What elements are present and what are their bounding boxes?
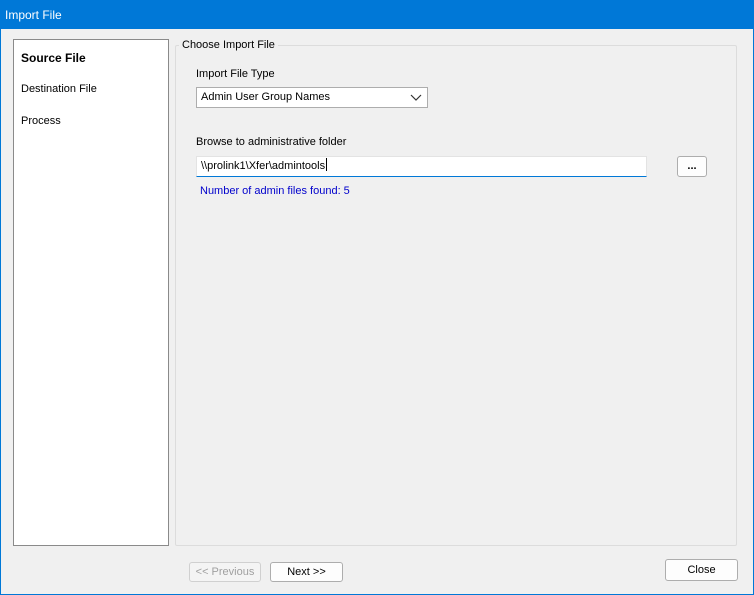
wizard-steps-panel: Source File Destination File Process [13,39,169,546]
text-caret [326,158,328,171]
next-button[interactable]: Next >> [270,562,343,582]
folder-path-input[interactable]: \\prolink1\Xfer\admintools [196,156,647,177]
title-bar: Import File [1,1,753,29]
close-button[interactable]: Close [665,559,738,581]
step-label: Source File [21,51,86,65]
step-label: Process [21,115,61,127]
folder-path-value: \\prolink1\Xfer\admintools [201,160,326,172]
choose-import-file-group [175,45,737,546]
previous-button[interactable]: << Previous [189,562,261,582]
window-title: Import File [5,8,62,22]
chevron-down-icon [409,88,423,107]
file-type-label: Import File Type [196,68,275,80]
step-process[interactable]: Process [21,115,61,127]
step-destination-file[interactable]: Destination File [21,83,97,95]
import-file-window: Import File Source File Destination File… [0,0,754,595]
step-source-file[interactable]: Source File [21,51,86,65]
browse-button[interactable]: ... [677,156,707,177]
file-type-select[interactable]: Admin User Group Names [196,87,428,108]
files-found-status: Number of admin files found: 5 [200,185,350,197]
file-type-value: Admin User Group Names [201,91,330,103]
step-label: Destination File [21,83,97,95]
browse-label: Browse to administrative folder [196,136,347,148]
group-title: Choose Import File [179,39,278,51]
